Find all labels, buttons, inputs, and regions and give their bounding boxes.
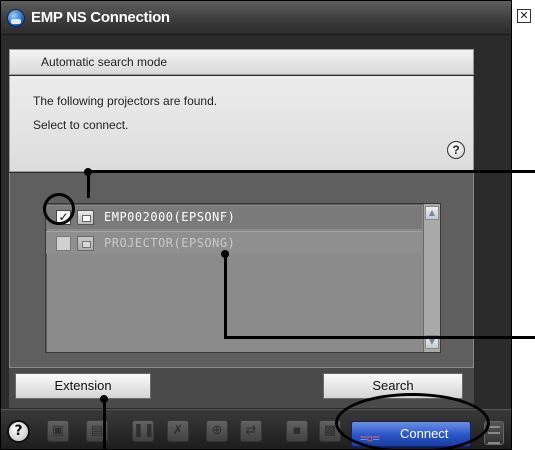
- info-line-select: Select to connect.: [33, 118, 129, 132]
- projector-list[interactable]: ✓ EMP002000(EPSONF) PROJECTOR(EPSONG) ▲ …: [45, 203, 441, 353]
- list-scrollbar[interactable]: ▲ ▼: [423, 204, 440, 352]
- zoom-icon[interactable]: ⊕: [206, 420, 228, 442]
- title-bar[interactable]: EMP NS Connection: [1, 1, 511, 35]
- projector-name: PROJECTOR(EPSONG): [104, 236, 236, 250]
- projector-row[interactable]: ✓ EMP002000(EPSONF): [46, 206, 422, 229]
- action-bar: Extension Search: [9, 368, 474, 408]
- projector-icon: [77, 210, 94, 225]
- plug-icon: =▫=: [360, 431, 380, 445]
- projector-network-icon: [7, 9, 25, 27]
- extension-callout-line: [103, 398, 106, 450]
- connect-label: Connect: [400, 426, 449, 441]
- projector-callout-line: [224, 253, 227, 339]
- projector-icon: [77, 236, 94, 251]
- help-icon[interactable]: ?: [447, 141, 465, 159]
- help-icon[interactable]: ?: [7, 420, 30, 443]
- extension-button[interactable]: Extension: [15, 373, 151, 399]
- projector-checkbox[interactable]: ✓: [56, 210, 71, 225]
- list-icon[interactable]: [484, 421, 504, 445]
- projector-checkbox[interactable]: [56, 236, 71, 251]
- av-mute-icon[interactable]: ▪: [286, 420, 308, 442]
- pause-icon[interactable]: ❚❚: [132, 420, 155, 442]
- checkbox-callout-line: [87, 171, 90, 198]
- window-title: EMP NS Connection: [31, 9, 170, 26]
- tile-icon[interactable]: ▩: [319, 420, 341, 442]
- mode-bar: Automatic search mode: [9, 49, 474, 75]
- search-button[interactable]: Search: [323, 373, 463, 399]
- scroll-up-icon[interactable]: ▲: [425, 206, 439, 220]
- bottom-toolbar: ? ▣ ▤ ❚❚ ✗ ⊕ ⇄ ▪ ▩ =▫= Connect: [1, 409, 511, 449]
- projector-row[interactable]: PROJECTOR(EPSONG): [46, 231, 422, 254]
- projector-name: EMP002000(EPSONF): [104, 210, 236, 224]
- mode-label: Automatic search mode: [41, 55, 168, 69]
- emp-ns-connection-window: EMP NS Connection Automatic search mode …: [0, 0, 512, 450]
- projector-callout-line: [224, 336, 535, 339]
- close-icon[interactable]: ✕: [517, 9, 531, 23]
- display-icon[interactable]: ▣: [47, 420, 69, 442]
- checkbox-callout-line: [87, 170, 535, 173]
- switch-icon[interactable]: ⇄: [240, 420, 262, 442]
- info-line-found: The following projectors are found.: [33, 94, 218, 108]
- info-panel: The following projectors are found. Sele…: [9, 76, 474, 172]
- no-signal-icon[interactable]: ✗: [167, 420, 189, 442]
- connect-button[interactable]: =▫= Connect: [351, 421, 471, 447]
